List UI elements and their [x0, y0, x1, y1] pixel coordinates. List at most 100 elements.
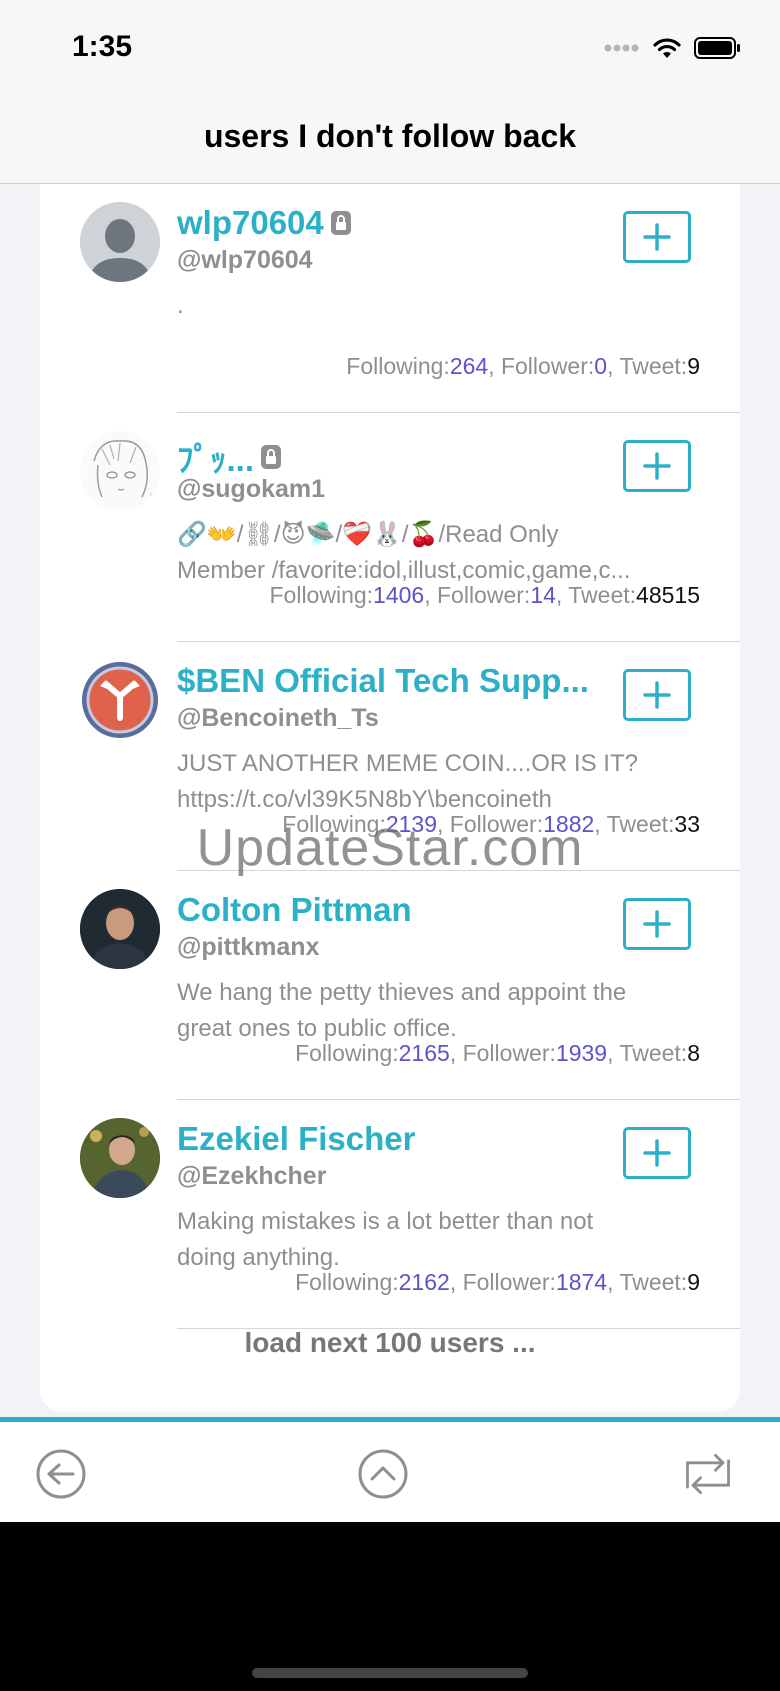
- plus-icon: [643, 910, 671, 938]
- bio-line: We hang the petty thieves and appoint th…: [177, 979, 627, 1006]
- following-label: Following:: [346, 353, 450, 379]
- follow-button[interactable]: [623, 211, 691, 263]
- refresh-button[interactable]: [680, 1446, 736, 1502]
- follower-label: , Follower:: [424, 582, 531, 608]
- following-label: Following:: [295, 1040, 399, 1066]
- home-indicator[interactable]: [252, 1668, 528, 1678]
- lock-icon: [330, 211, 351, 235]
- follower-count: 1882: [543, 811, 595, 837]
- avatar: [80, 202, 160, 282]
- user-list: wlp70604 @wlp70604 . Following:264, Foll…: [40, 184, 740, 1412]
- user-name-line: $BEN Official Tech Supp...: [177, 662, 589, 700]
- anime-sketch-avatar: [80, 431, 160, 511]
- follower-count: 1874: [555, 1269, 608, 1295]
- user-bio: We hang the petty thieves and appoint th…: [177, 975, 697, 1047]
- tweet-label: , Tweet:: [607, 1040, 688, 1066]
- user-row[interactable]: $BEN Official Tech Supp... @Bencoineth_T…: [40, 642, 740, 871]
- circle-chevron-up-icon: [358, 1449, 408, 1499]
- user-name[interactable]: Colton Pittman: [177, 891, 412, 929]
- user-name[interactable]: $BEN Official Tech Supp...: [177, 662, 589, 700]
- lock-icon: [261, 445, 282, 469]
- bio-line: .: [177, 292, 184, 319]
- user-row[interactable]: wlp70604 @wlp70604 . Following:264, Foll…: [40, 184, 740, 413]
- avatar: [80, 889, 160, 969]
- follower-label: , Follower:: [449, 1040, 556, 1066]
- following-count: 1406: [373, 582, 425, 608]
- user-handle: @pittkmanx: [177, 933, 320, 961]
- default-avatar-icon: [80, 202, 160, 282]
- user-name-line: ﾌﾟｯ...: [177, 433, 282, 481]
- user-handle: @Ezekhcher: [177, 1162, 327, 1190]
- user-name[interactable]: wlp70604: [177, 204, 324, 242]
- tweet-count: 9: [687, 353, 700, 379]
- avatar: [80, 1118, 160, 1198]
- follower-count: 14: [530, 582, 556, 608]
- photo-avatar: [80, 1118, 160, 1198]
- follow-button[interactable]: [623, 669, 691, 721]
- back-button[interactable]: [33, 1446, 89, 1502]
- user-stats: Following:2165, Follower:1939, Tweet:8: [295, 1040, 700, 1067]
- follower-label: , Follower:: [488, 353, 595, 379]
- tweet-label: , Tweet:: [607, 353, 688, 379]
- user-stats: Following:1406, Follower:14, Tweet:48515: [270, 582, 701, 609]
- bio-line: Making mistakes is a lot better than not: [177, 1208, 594, 1235]
- following-label: Following:: [282, 811, 386, 837]
- follower-label: , Follower:: [449, 1269, 556, 1295]
- user-stats: Following:2139, Follower:1882, Tweet:33: [282, 811, 700, 838]
- status-icons: [604, 36, 742, 60]
- user-row[interactable]: Colton Pittman @pittkmanx We hang the pe…: [40, 871, 740, 1100]
- tweet-count: 8: [687, 1040, 700, 1066]
- user-row[interactable]: ﾌﾟｯ... @sugokam1 🔗👐/⛓/😈🛸/❤️‍🩹🐰/🍒/Read On…: [40, 413, 740, 642]
- repeat-icon: [686, 1453, 730, 1495]
- user-bio: Making mistakes is a lot better than not…: [177, 1204, 697, 1276]
- user-name-line: Colton Pittman: [177, 891, 412, 929]
- tweet-label: , Tweet:: [594, 811, 675, 837]
- tweet-label: , Tweet:: [607, 1269, 688, 1295]
- follower-label: , Follower:: [437, 811, 544, 837]
- plus-icon: [643, 681, 671, 709]
- following-count: 2165: [398, 1040, 450, 1066]
- following-count: 2162: [398, 1269, 450, 1295]
- follower-count: 1939: [555, 1040, 608, 1066]
- user-bio: .: [177, 288, 697, 324]
- following-label: Following:: [269, 582, 374, 608]
- user-bio: JUST ANOTHER MEME COIN....OR IS IT? http…: [177, 746, 697, 818]
- navigation-bar: users I don't follow back: [0, 100, 780, 184]
- signal-icon: [604, 44, 639, 52]
- scroll-top-button[interactable]: [355, 1446, 411, 1502]
- load-more-button[interactable]: load next 100 users ...: [40, 1327, 740, 1359]
- plus-icon: [643, 1139, 671, 1167]
- bottom-toolbar: [0, 1422, 780, 1522]
- page-title: users I don't follow back: [203, 118, 577, 154]
- bio-line: JUST ANOTHER MEME COIN....OR IS IT?: [177, 750, 638, 777]
- user-stats: Following:2162, Follower:1874, Tweet:9: [295, 1269, 700, 1296]
- follower-count: 0: [594, 353, 608, 379]
- user-name-line: wlp70604: [177, 204, 352, 242]
- user-name[interactable]: Ezekiel Fischer: [177, 1120, 415, 1158]
- user-handle: @wlp70604: [177, 246, 313, 274]
- avatar: [80, 431, 160, 511]
- follow-button[interactable]: [623, 1127, 691, 1179]
- user-name[interactable]: ﾌﾟｯ...: [177, 433, 254, 481]
- home-indicator-area: [0, 1522, 780, 1691]
- follow-button[interactable]: [623, 440, 691, 492]
- plus-icon: [643, 452, 671, 480]
- wifi-icon: [653, 38, 681, 58]
- user-handle: @sugokam1: [177, 475, 326, 503]
- follow-button[interactable]: [623, 898, 691, 950]
- following-count: 264: [449, 353, 489, 379]
- bio-line: 🔗👐/⛓/😈🛸/❤️‍🩹🐰/🍒/Read Only: [177, 521, 559, 548]
- tweet-count: 9: [687, 1269, 700, 1295]
- status-time: 1:35: [72, 30, 133, 63]
- tweet-count: 48515: [636, 582, 700, 608]
- user-row[interactable]: Ezekiel Fischer @Ezekhcher Making mistak…: [40, 1100, 740, 1329]
- user-handle: @Bencoineth_Ts: [177, 704, 379, 732]
- battery-icon: [694, 37, 740, 59]
- plus-icon: [643, 223, 671, 251]
- tweet-label: , Tweet:: [555, 582, 637, 608]
- avatar: [80, 660, 160, 740]
- status-bar: 1:35: [0, 0, 780, 100]
- user-bio: 🔗👐/⛓/😈🛸/❤️‍🩹🐰/🍒/Read Only Member /favori…: [177, 517, 697, 589]
- circle-arrow-left-icon: [36, 1449, 86, 1499]
- user-stats: Following:264, Follower:0, Tweet:9: [346, 353, 700, 380]
